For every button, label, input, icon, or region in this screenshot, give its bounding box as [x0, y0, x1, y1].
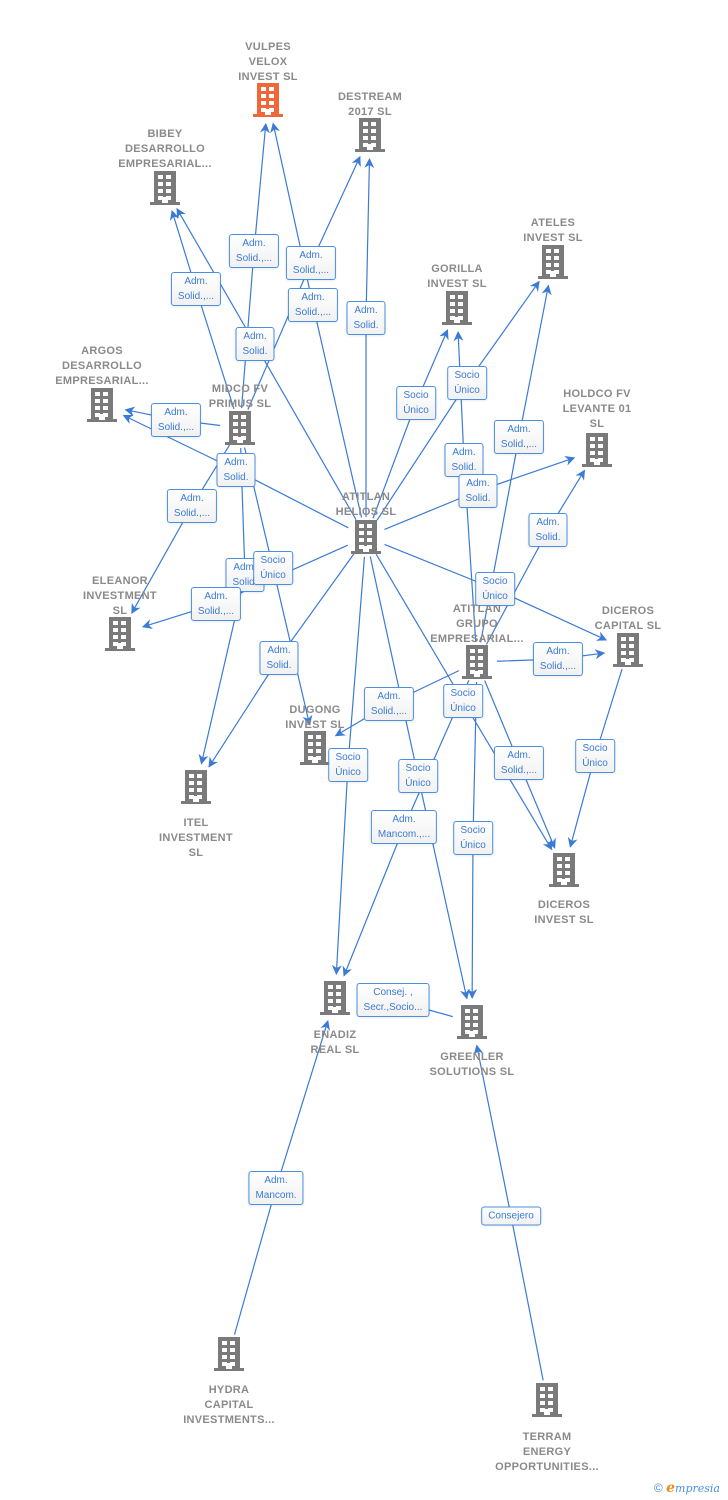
edge-label[interactable]: Socio Único — [328, 748, 368, 782]
node-label[interactable]: ATELES INVEST SL — [483, 216, 623, 246]
node-label[interactable]: ITEL INVESTMENT SL — [126, 816, 266, 861]
edge-midco-destream — [247, 155, 361, 410]
edge-label[interactable]: Adm. Solid.,... — [493, 420, 545, 454]
node-label[interactable]: VULPES VELOX INVEST SL — [198, 40, 338, 85]
edge-label[interactable]: Adm. Solid.,... — [166, 489, 218, 523]
building-icon[interactable] — [531, 1382, 563, 1418]
edge-label[interactable]: Socio Único — [453, 821, 493, 855]
edge-label[interactable]: Socio Único — [447, 366, 487, 400]
building-icon[interactable] — [441, 290, 473, 326]
node-label[interactable]: BIBEY DESARROLLO EMPRESARIAL... — [95, 127, 235, 172]
node-label[interactable]: ENADIZ REAL SL — [265, 1028, 405, 1058]
edge-label[interactable]: Socio Único — [253, 551, 293, 585]
edge-label[interactable]: Adm. Solid.,... — [150, 403, 202, 437]
building-icon[interactable] — [456, 1004, 488, 1040]
edge-label[interactable]: Socio Único — [475, 572, 515, 606]
building-icon[interactable] — [537, 244, 569, 280]
edge-label[interactable]: Socio Único — [398, 759, 438, 793]
node-label[interactable]: ELEANOR INVESTMENT SL — [50, 574, 190, 619]
building-icon[interactable] — [354, 117, 386, 153]
node-label[interactable]: DICEROS CAPITAL SL — [558, 604, 698, 634]
building-icon[interactable] — [180, 769, 212, 805]
building-icon[interactable] — [350, 519, 382, 555]
building-icon[interactable] — [319, 980, 351, 1016]
node-label[interactable]: DICEROS INVEST SL — [494, 898, 634, 928]
node-label[interactable]: GREENLER SOLUTIONS SL — [402, 1050, 542, 1080]
node-label[interactable]: DESTREAM 2017 SL — [300, 90, 440, 120]
edge-label[interactable]: Adm. Mancom.,... — [370, 810, 438, 844]
edge-label[interactable]: Adm. Solid. — [458, 474, 498, 508]
edge-label[interactable]: Adm. Solid. — [444, 443, 484, 477]
footer-brand: © empresia — [654, 1480, 720, 1496]
edge-label[interactable]: Adm. Solid.,... — [285, 246, 337, 280]
node-label[interactable]: HOLDCO FV LEVANTE 01 SL — [527, 387, 667, 432]
node-label[interactable]: GORILLA INVEST SL — [387, 262, 527, 292]
edge-midco-bibey — [169, 209, 235, 410]
building-icon[interactable] — [86, 387, 118, 423]
node-label[interactable]: HYDRA CAPITAL INVESTMENTS... — [159, 1383, 299, 1428]
building-icon[interactable] — [612, 632, 644, 668]
node-label[interactable]: ATITLAN GRUPO EMPRESARIAL... — [407, 602, 547, 647]
copyright-symbol: © — [653, 1481, 663, 1495]
node-label[interactable]: TERRAM ENERGY OPPORTUNITIES... — [477, 1430, 617, 1475]
edge-label[interactable]: Adm. Solid. — [216, 453, 256, 487]
edge-helios-destream — [364, 157, 375, 517]
edge-label[interactable]: Adm. Solid. — [235, 327, 275, 361]
empresia-logo: empresia — [666, 1480, 720, 1496]
edge-label[interactable]: Adm. Solid.,... — [493, 746, 545, 780]
building-icon[interactable] — [461, 644, 493, 680]
building-icon[interactable] — [252, 82, 284, 118]
building-icon[interactable] — [149, 170, 181, 206]
building-icon[interactable] — [299, 730, 331, 766]
edge-label[interactable]: Consej. , Secr.,Socio... — [356, 983, 430, 1017]
node-label[interactable]: ATITLAN HELIOS SL — [296, 490, 436, 520]
building-icon[interactable] — [581, 432, 613, 468]
building-icon[interactable] — [548, 852, 580, 888]
edge-label[interactable]: Adm. Solid.,... — [228, 234, 280, 268]
node-label[interactable]: ARGOS DESARROLLO EMPRESARIAL... — [32, 344, 172, 389]
edge-label[interactable]: Socio Único — [396, 386, 436, 420]
edge-label[interactable]: Adm. Solid.,... — [363, 687, 415, 721]
edge-label[interactable]: Adm. Solid. — [259, 641, 299, 675]
edge-label[interactable]: Socio Único — [443, 684, 483, 718]
edge-label[interactable]: Socio Único — [575, 739, 615, 773]
building-icon[interactable] — [224, 410, 256, 446]
edge-label[interactable]: Adm. Solid.,... — [190, 587, 242, 621]
building-icon[interactable] — [104, 616, 136, 652]
edge-label[interactable]: Adm. Solid.,... — [170, 272, 222, 306]
edge-label[interactable]: Adm. Solid. — [346, 301, 386, 335]
edge-label[interactable]: Adm. Solid.,... — [532, 642, 584, 676]
edge-label[interactable]: Adm. Solid.,... — [287, 288, 339, 322]
edge-label[interactable]: Adm. Solid. — [528, 513, 568, 547]
building-icon[interactable] — [213, 1336, 245, 1372]
edge-label[interactable]: Consejero — [481, 1206, 541, 1226]
edge-label[interactable]: Adm. Mancom. — [248, 1171, 304, 1205]
